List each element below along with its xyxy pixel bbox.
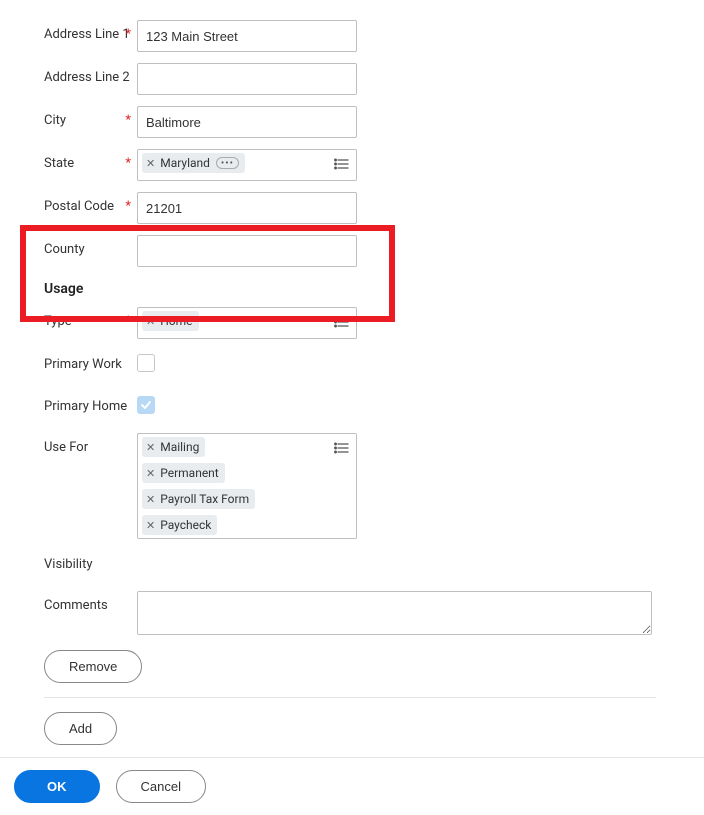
primary-home-checkbox[interactable] (137, 396, 155, 414)
remove-chip-icon[interactable]: ✕ (146, 468, 155, 479)
use-for-multiselect[interactable]: ✕ Mailing ✕ Permanent ✕ Payroll Tax Form ✕ P… (137, 433, 357, 539)
chip-label: Permanent (160, 466, 219, 480)
county-label: County (44, 242, 85, 257)
use-for-label: Use For (44, 440, 88, 455)
city-input[interactable] (137, 106, 357, 138)
required-asterisk: * (125, 156, 131, 171)
separator (44, 697, 656, 698)
primary-work-checkbox[interactable] (137, 354, 155, 372)
state-chip[interactable]: ✕ Maryland ••• (142, 153, 245, 173)
use-for-chip[interactable]: ✕ Mailing (142, 437, 205, 457)
use-for-chip[interactable]: ✕ Permanent (142, 463, 225, 483)
add-button[interactable]: Add (44, 712, 117, 745)
primary-home-label: Primary Home (44, 399, 127, 414)
remove-chip-icon[interactable]: ✕ (146, 494, 155, 505)
address-line1-label: Address Line 1 (44, 27, 130, 42)
postal-input[interactable] (137, 192, 357, 224)
city-label: City (44, 113, 66, 128)
address-line2-input[interactable] (137, 63, 357, 95)
state-label: State (44, 156, 74, 171)
required-asterisk: * (125, 113, 131, 128)
visibility-label: Visibility (44, 557, 93, 572)
remove-chip-icon[interactable]: ✕ (146, 316, 155, 327)
address-line2-label: Address Line 2 (44, 70, 130, 85)
address-line1-input[interactable] (137, 20, 357, 52)
chip-label: Payroll Tax Form (160, 492, 249, 506)
postal-label: Postal Code (44, 199, 114, 214)
use-for-chip[interactable]: ✕ Payroll Tax Form (142, 489, 255, 509)
use-for-chip[interactable]: ✕ Paycheck (142, 515, 217, 535)
remove-chip-icon[interactable]: ✕ (146, 442, 155, 453)
required-asterisk: * (125, 27, 131, 42)
type-label: Type (44, 314, 72, 329)
comments-textarea[interactable] (137, 591, 652, 635)
ok-button[interactable]: OK (14, 770, 100, 803)
type-chip[interactable]: ✕ Home (142, 311, 199, 331)
primary-work-label: Primary Work (44, 357, 122, 372)
required-asterisk: * (125, 199, 131, 214)
remove-chip-icon[interactable]: ✕ (146, 158, 155, 169)
type-multiselect[interactable]: ✕ Home (137, 307, 357, 339)
cancel-button[interactable]: Cancel (116, 770, 206, 803)
chip-label: Mailing (160, 440, 199, 454)
state-chip-label: Maryland (160, 156, 210, 170)
county-input[interactable] (137, 235, 357, 267)
list-select-icon[interactable] (334, 156, 350, 172)
chip-label: Paycheck (160, 518, 211, 532)
more-icon[interactable]: ••• (216, 157, 239, 169)
comments-label: Comments (44, 598, 108, 613)
type-chip-label: Home (160, 314, 192, 328)
required-asterisk: * (125, 314, 131, 329)
usage-heading: Usage (44, 281, 704, 297)
list-select-icon[interactable] (334, 314, 350, 330)
list-select-icon[interactable] (334, 440, 350, 456)
remove-button[interactable]: Remove (44, 650, 142, 683)
state-multiselect[interactable]: ✕ Maryland ••• (137, 149, 357, 181)
remove-chip-icon[interactable]: ✕ (146, 520, 155, 531)
